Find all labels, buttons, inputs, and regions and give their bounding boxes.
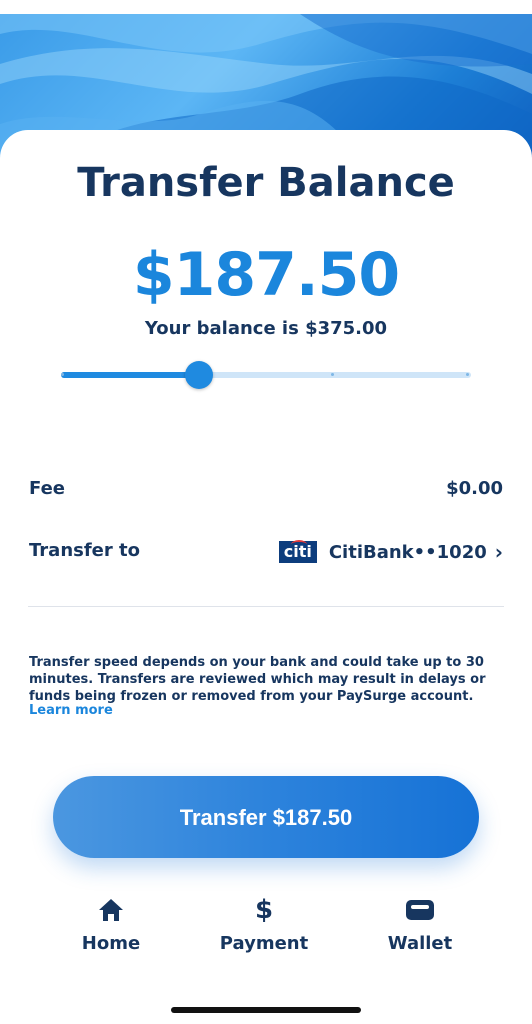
slider-fill <box>61 372 199 378</box>
bank-account-name: CitiBank••1020 <box>328 541 487 563</box>
home-indicator <box>171 1007 361 1013</box>
amount-slider[interactable] <box>61 361 471 389</box>
learn-more-link[interactable]: Learn more <box>29 703 113 718</box>
balance-text: Your balance is $375.00 <box>144 318 388 339</box>
slider-thumb[interactable] <box>185 361 213 389</box>
slider-tick <box>466 373 469 376</box>
citibank-logo-icon: citi <box>278 540 317 563</box>
home-icon <box>70 895 152 925</box>
transfer-to-row[interactable]: Transfer to citi CitiBank••1020 › <box>29 540 503 564</box>
fee-value: $0.00 <box>446 478 503 499</box>
bottom-nav: Home $ Payment Wallet <box>0 895 532 965</box>
slider-tick <box>331 373 334 376</box>
fee-label: Fee <box>29 478 65 499</box>
nav-label-wallet: Wallet <box>387 933 453 954</box>
transfer-to-label: Transfer to <box>29 540 141 561</box>
dollar-icon: $ <box>254 895 274 925</box>
divider <box>28 606 504 607</box>
wallet-icon <box>385 895 455 925</box>
nav-item-payment[interactable]: $ Payment <box>215 895 313 954</box>
nav-item-wallet[interactable]: Wallet <box>385 895 455 954</box>
nav-label-payment: Payment <box>219 933 309 954</box>
transfer-amount: $187.50 <box>132 240 400 310</box>
chevron-right-icon: › <box>494 540 503 564</box>
slider-tick <box>61 373 64 376</box>
fee-row: Fee $0.00 <box>29 478 503 499</box>
transfer-button[interactable]: Transfer $187.50 <box>53 776 479 858</box>
disclaimer-text: Transfer speed depends on your bank and … <box>29 655 486 704</box>
page-title: Transfer Balance <box>77 160 455 206</box>
nav-item-home[interactable]: Home <box>70 895 152 954</box>
nav-label-home: Home <box>81 933 141 954</box>
